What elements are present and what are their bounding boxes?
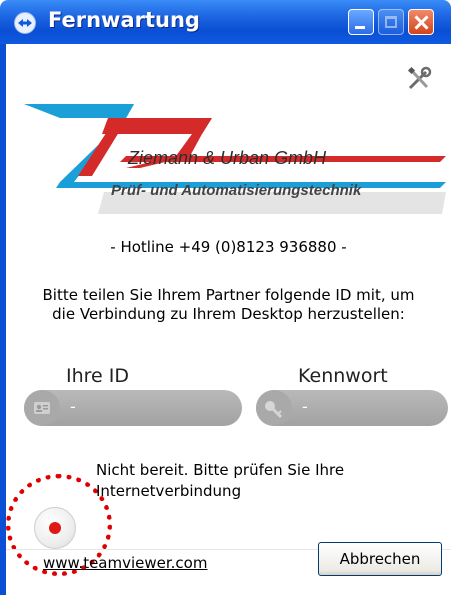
hotline-text: - Hotline +49 (0)8123 936880 -: [110, 238, 347, 256]
client-area: Ziemann & Urban GmbH Prüf- und Automatis…: [6, 44, 451, 595]
password-value: -: [302, 397, 308, 416]
close-button[interactable]: [408, 9, 434, 35]
window-title: Fernwartung: [48, 8, 200, 32]
status-text: Nicht bereit. Bitte prüfen Sie Ihre Inte…: [96, 461, 345, 500]
teamviewer-icon: [14, 12, 36, 34]
id-value: -: [70, 397, 76, 416]
company-logo: Ziemann & Urban GmbH Prüf- und Automatis…: [16, 64, 451, 214]
logo-subtitle: Prüf- und Automatisierungstechnik: [111, 182, 362, 199]
password-label: Kennwort: [298, 365, 388, 387]
id-card-icon: [24, 390, 60, 426]
id-field[interactable]: -: [24, 390, 242, 426]
password-field[interactable]: -: [256, 390, 448, 426]
title-bar[interactable]: Fernwartung: [0, 0, 451, 44]
maximize-button[interactable]: [378, 9, 404, 35]
fernwartung-window: Fernwartung Ziemann & Urban GmbH Prüf- u…: [0, 0, 451, 595]
id-label: Ihre ID: [66, 365, 130, 387]
instruction-text: Bitte teilen Sie Ihrem Partner folgende …: [42, 286, 415, 323]
cancel-button[interactable]: Abbrechen: [318, 542, 442, 576]
logo-company-name: Ziemann & Urban GmbH: [128, 148, 327, 168]
teamviewer-link[interactable]: www.teamviewer.com: [43, 554, 207, 572]
tools-icon[interactable]: [406, 66, 432, 92]
minimize-button[interactable]: [348, 9, 374, 35]
key-icon: [256, 390, 292, 426]
